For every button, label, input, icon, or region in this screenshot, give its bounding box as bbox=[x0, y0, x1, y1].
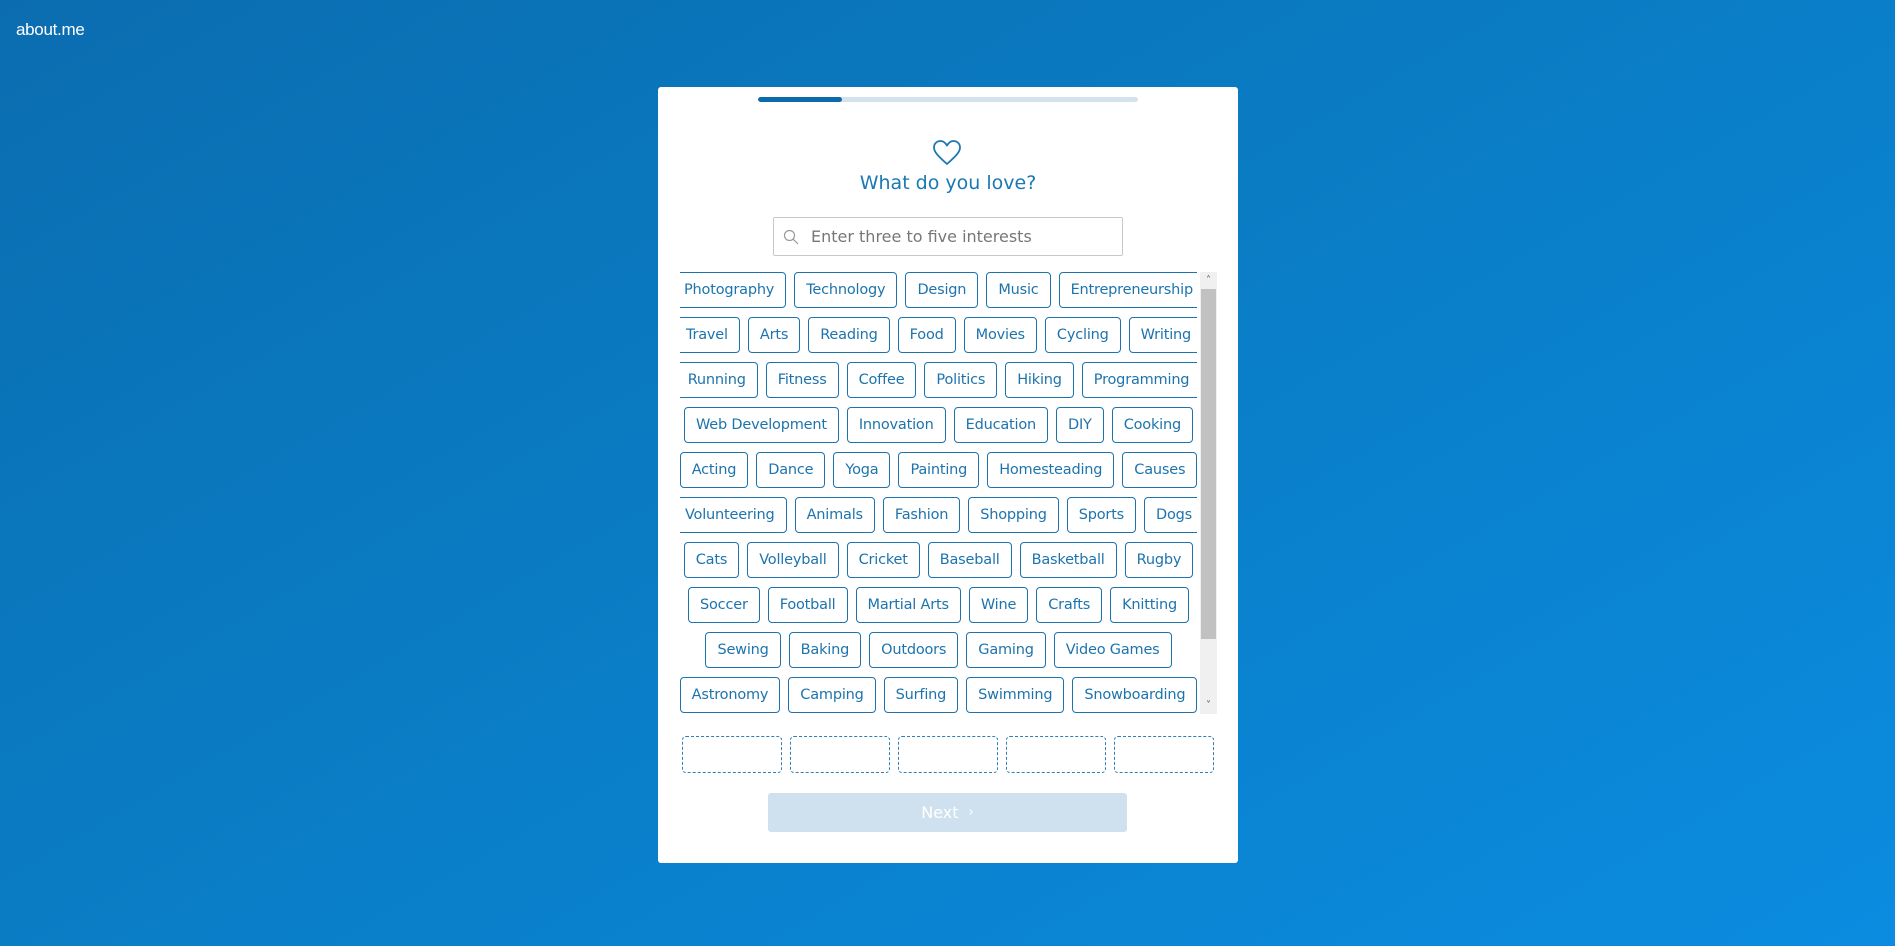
next-button-label: Next bbox=[921, 803, 959, 822]
page-title: What do you love? bbox=[859, 172, 1037, 194]
interest-tag-volunteering[interactable]: Volunteering bbox=[680, 497, 787, 533]
interest-tag-sports[interactable]: Sports bbox=[1066, 497, 1137, 533]
interest-tag-education[interactable]: Education bbox=[953, 407, 1048, 443]
interest-tag-music[interactable]: Music bbox=[986, 272, 1051, 308]
interest-tag-arts[interactable]: Arts bbox=[747, 317, 801, 353]
interest-tag-technology[interactable]: Technology bbox=[794, 272, 898, 308]
interest-tag-reading[interactable]: Reading bbox=[808, 317, 890, 353]
interest-tag-rugby[interactable]: Rugby bbox=[1124, 542, 1194, 578]
selected-interest-slot[interactable] bbox=[1006, 736, 1106, 773]
tag-row: Volunteering Animals Fashion Shopping Sports… bbox=[680, 497, 1197, 533]
tag-row: Astronomy Camping Surfing Swimming Snowboard… bbox=[680, 677, 1197, 713]
interest-tag-causes[interactable]: Causes bbox=[1122, 452, 1197, 488]
tag-row: Cats Volleyball Cricket Baseball Basketball R… bbox=[680, 542, 1197, 578]
chevron-right-icon: › bbox=[968, 805, 974, 820]
interest-tags-list: Photography Technology Design Music Entrepre… bbox=[680, 272, 1197, 714]
interest-tag-outdoors[interactable]: Outdoors bbox=[869, 632, 959, 668]
interest-tag-dogs[interactable]: Dogs bbox=[1144, 497, 1197, 533]
interest-tag-cats[interactable]: Cats bbox=[683, 542, 740, 578]
scroll-down-icon[interactable]: ˅ bbox=[1200, 697, 1217, 714]
interest-tag-cycling[interactable]: Cycling bbox=[1044, 317, 1121, 353]
interest-tag-baseball[interactable]: Baseball bbox=[927, 542, 1012, 578]
tag-row: Soccer Football Martial Arts Wine Crafts Knit… bbox=[680, 587, 1197, 623]
interest-tag-hiking[interactable]: Hiking bbox=[1005, 362, 1074, 398]
scroll-up-icon[interactable]: ˄ bbox=[1200, 272, 1217, 289]
interest-tag-martial-arts[interactable]: Martial Arts bbox=[855, 587, 961, 623]
interest-tag-fitness[interactable]: Fitness bbox=[765, 362, 839, 398]
tags-scrollbar[interactable]: ˄ ˅ bbox=[1200, 272, 1217, 714]
search-icon bbox=[783, 229, 799, 244]
tag-row: Travel Arts Reading Food Movies Cycling Writin… bbox=[680, 317, 1197, 353]
interest-tag-innovation[interactable]: Innovation bbox=[846, 407, 946, 443]
interest-tag-shopping[interactable]: Shopping bbox=[968, 497, 1059, 533]
selected-interest-slot[interactable] bbox=[1114, 736, 1214, 773]
interest-tag-design[interactable]: Design bbox=[905, 272, 979, 308]
interest-search-input[interactable] bbox=[811, 218, 1122, 255]
interest-tag-video-games[interactable]: Video Games bbox=[1053, 632, 1172, 668]
interest-tag-cooking[interactable]: Cooking bbox=[1111, 407, 1193, 443]
interest-tag-gaming[interactable]: Gaming bbox=[966, 632, 1046, 668]
interest-tag-wine[interactable]: Wine bbox=[968, 587, 1029, 623]
selected-interest-slots bbox=[682, 736, 1214, 773]
progress-fill bbox=[758, 97, 842, 102]
interest-tag-painting[interactable]: Painting bbox=[898, 452, 980, 488]
interest-tag-yoga[interactable]: Yoga bbox=[833, 452, 891, 488]
heart-icon bbox=[933, 140, 961, 165]
about-me-logo[interactable]: about.me bbox=[16, 20, 85, 40]
interest-tag-astronomy[interactable]: Astronomy bbox=[680, 677, 781, 713]
interest-tag-entrepreneurship[interactable]: Entrepreneurship bbox=[1058, 272, 1197, 308]
interest-tag-surfing[interactable]: Surfing bbox=[883, 677, 959, 713]
interest-tag-knitting[interactable]: Knitting bbox=[1110, 587, 1189, 623]
interest-tag-programming[interactable]: Programming bbox=[1081, 362, 1197, 398]
interest-tag-soccer[interactable]: Soccer bbox=[688, 587, 760, 623]
interest-tag-homesteading[interactable]: Homesteading bbox=[987, 452, 1115, 488]
interest-tag-baking[interactable]: Baking bbox=[788, 632, 862, 668]
tag-row: Sewing Baking Outdoors Gaming Video Games bbox=[680, 632, 1197, 668]
interest-tag-fashion[interactable]: Fashion bbox=[882, 497, 961, 533]
interest-tag-animals[interactable]: Animals bbox=[794, 497, 875, 533]
interest-tag-web-development[interactable]: Web Development bbox=[683, 407, 839, 443]
onboarding-card: What do you love? PhotographyTechnologyD… bbox=[658, 87, 1238, 863]
interest-tag-running[interactable]: Running bbox=[680, 362, 758, 398]
interest-tag-dance[interactable]: Dance bbox=[756, 452, 826, 488]
interest-tag-acting[interactable]: Acting bbox=[680, 452, 749, 488]
interest-tag-movies[interactable]: Movies bbox=[963, 317, 1037, 353]
interest-tag-travel[interactable]: Travel bbox=[680, 317, 740, 353]
interest-tag-basketball[interactable]: Basketball bbox=[1019, 542, 1117, 578]
interest-tag-coffee[interactable]: Coffee bbox=[846, 362, 917, 398]
interest-tags-panel: Photography Technology Design Music Entrepre… bbox=[680, 272, 1219, 714]
interest-search[interactable] bbox=[773, 217, 1123, 256]
next-button[interactable]: Next › bbox=[768, 793, 1127, 832]
interest-tag-food[interactable]: Food bbox=[897, 317, 956, 353]
tag-row: Photography Technology Design Music Entrepre… bbox=[680, 272, 1197, 308]
interest-tag-swimming[interactable]: Swimming bbox=[966, 677, 1065, 713]
interest-tag-snowboarding[interactable]: Snowboarding bbox=[1072, 677, 1197, 713]
tag-row: Web Development Innovation Education DIY Coo… bbox=[680, 407, 1197, 443]
scrollbar-thumb[interactable] bbox=[1201, 289, 1216, 639]
interest-tag-writing[interactable]: Writing bbox=[1128, 317, 1197, 353]
selected-interest-slot[interactable] bbox=[790, 736, 890, 773]
interest-tag-camping[interactable]: Camping bbox=[788, 677, 876, 713]
selected-interest-slot[interactable] bbox=[898, 736, 998, 773]
interest-tag-volleyball[interactable]: Volleyball bbox=[747, 542, 839, 578]
tag-row: Running Fitness Coffee Politics Hiking Progra… bbox=[680, 362, 1197, 398]
interest-tag-photography[interactable]: Photography bbox=[680, 272, 787, 308]
selected-interest-slot[interactable] bbox=[682, 736, 782, 773]
interest-tag-crafts[interactable]: Crafts bbox=[1036, 587, 1103, 623]
tag-row: Acting Dance Yoga Painting Homesteading Cause… bbox=[680, 452, 1197, 488]
interest-tag-football[interactable]: Football bbox=[767, 587, 848, 623]
interest-tag-sewing[interactable]: Sewing bbox=[705, 632, 781, 668]
interest-tag-cricket[interactable]: Cricket bbox=[846, 542, 920, 578]
interest-tag-diy[interactable]: DIY bbox=[1056, 407, 1104, 443]
interest-tag-politics[interactable]: Politics bbox=[924, 362, 998, 398]
progress-bar bbox=[758, 97, 1138, 102]
